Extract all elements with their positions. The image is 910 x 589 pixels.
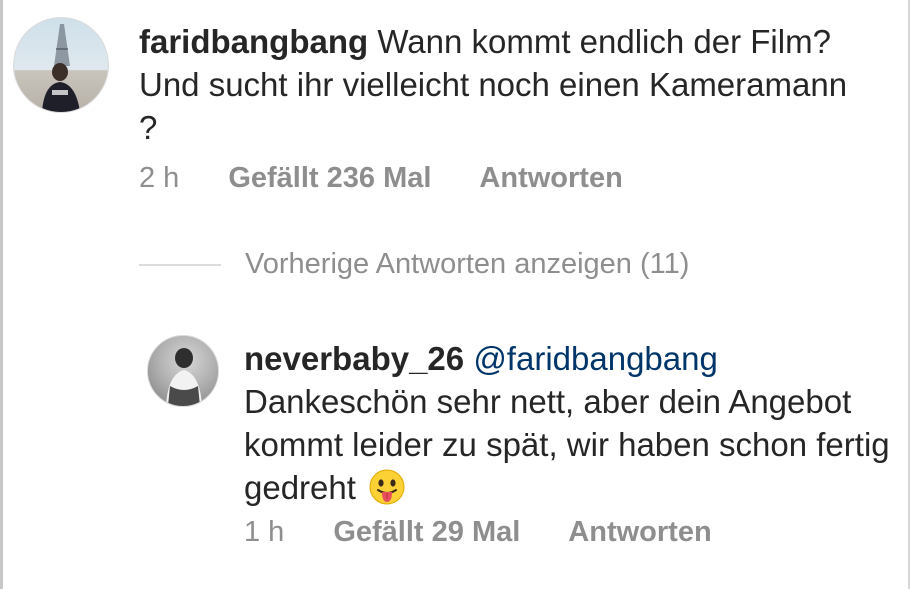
view-replies-label[interactable]: Vorherige Antworten anzeigen (11) bbox=[245, 248, 689, 281]
main-comment-reply-button[interactable]: Antworten bbox=[479, 162, 622, 195]
reply-comment-text: Dankeschön sehr nett, aber dein Angebot … bbox=[244, 383, 890, 506]
left-border bbox=[0, 0, 3, 589]
avatar-neverbaby-26[interactable] bbox=[147, 335, 219, 407]
main-comment-body: faridbangbang Wann kommt endlich der Fil… bbox=[139, 20, 859, 149]
main-comment-likes[interactable]: Gefällt 236 Mal bbox=[228, 162, 431, 195]
reply-comment-reply-button[interactable]: Antworten bbox=[568, 516, 711, 549]
reply-comment-mention[interactable]: @faridbangbang bbox=[473, 340, 718, 377]
reply-comment-username[interactable]: neverbaby_26 bbox=[244, 340, 464, 377]
reply-comment-meta: 1 h Gefällt 29 Mal Antworten bbox=[244, 516, 712, 549]
reply-comment-likes[interactable]: Gefällt 29 Mal bbox=[333, 516, 520, 549]
main-comment-meta: 2 h Gefällt 236 Mal Antworten bbox=[139, 162, 623, 195]
main-comment-username[interactable]: faridbangbang bbox=[139, 23, 368, 60]
tongue-out-emoji-icon bbox=[369, 469, 405, 505]
avatar-faridbangbang[interactable] bbox=[13, 17, 109, 113]
view-previous-replies[interactable]: Vorherige Antworten anzeigen (11) bbox=[139, 248, 689, 281]
main-comment-time[interactable]: 2 h bbox=[139, 162, 179, 195]
avatar-photo-icon bbox=[148, 336, 218, 406]
avatar-photo-icon bbox=[42, 24, 80, 112]
view-replies-divider bbox=[139, 263, 221, 266]
reply-comment-body: neverbaby_26 @faridbangbang Dankeschön s… bbox=[244, 337, 894, 509]
reply-comment-time[interactable]: 1 h bbox=[244, 516, 284, 549]
